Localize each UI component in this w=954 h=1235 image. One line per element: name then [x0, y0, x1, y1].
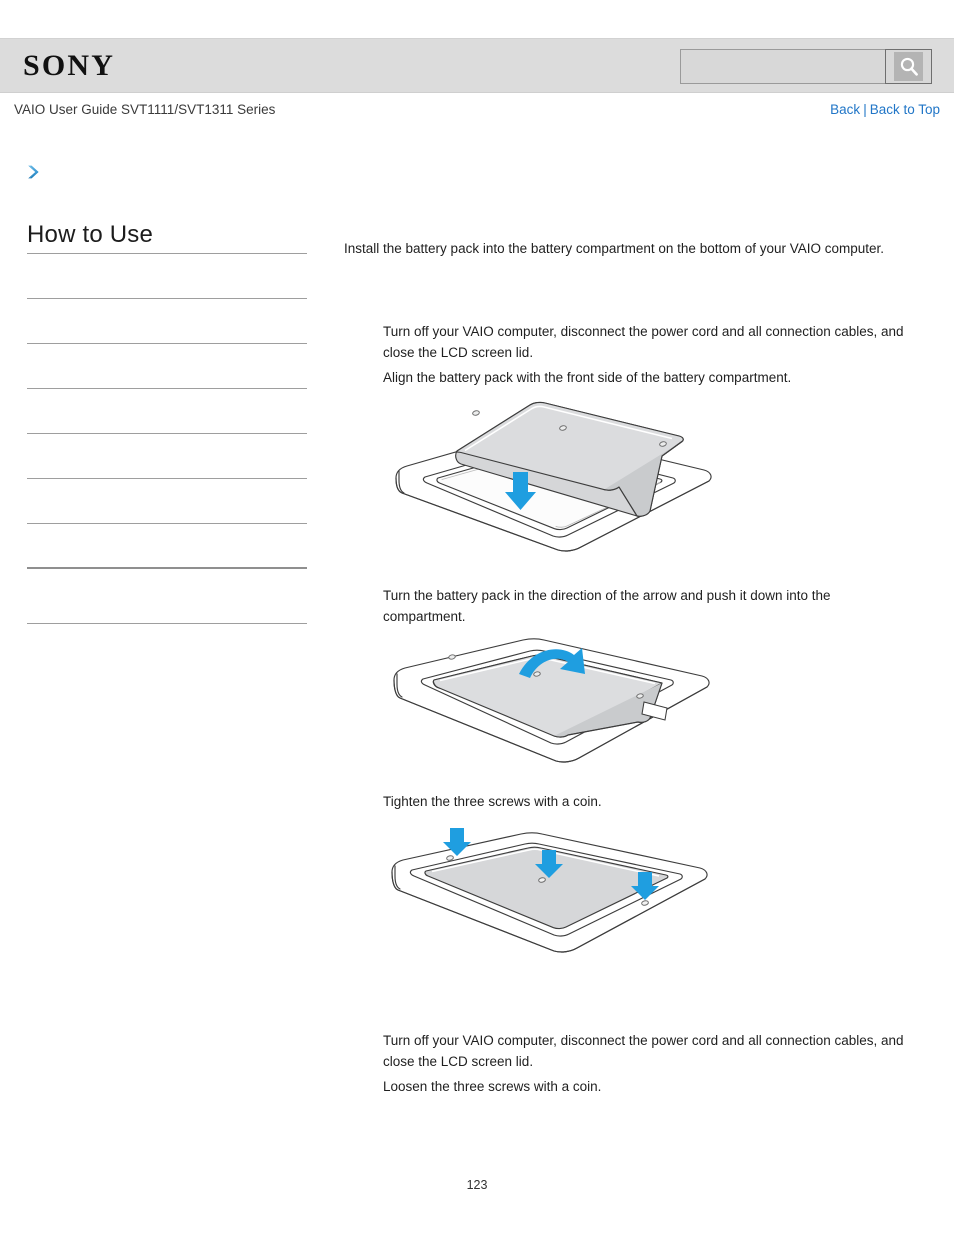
search-icon — [894, 52, 923, 81]
page-root: SONY VAIO User Guide SVT1111/SVT1311 Ser… — [0, 0, 954, 1235]
back-to-top-link[interactable]: Back to Top — [870, 102, 940, 117]
guide-title: VAIO User Guide SVT1111/SVT1311 Series — [14, 102, 276, 117]
sidebar-title: How to Use — [27, 221, 154, 248]
step-6-text: Loosen the three screws with a coin. — [383, 1079, 602, 1094]
step-3-text: Turn the battery pack in the direction o… — [383, 588, 831, 624]
header-nav-links: Back | Back to Top — [830, 102, 940, 117]
search-box — [680, 49, 932, 84]
page-number: 123 — [466, 1178, 488, 1192]
battery-screws-illustration — [382, 824, 727, 979]
sidebar-divider — [27, 623, 307, 624]
intro-paragraph: Install the battery pack into the batter… — [344, 241, 885, 256]
sidebar-divider — [27, 433, 307, 434]
nav-separator: | — [863, 102, 867, 117]
battery-rotate-illustration — [382, 632, 727, 790]
back-link[interactable]: Back — [830, 102, 860, 117]
step-2-text: Align the battery pack with the front si… — [383, 370, 792, 385]
sidebar-divider-active — [27, 567, 307, 569]
subheader: VAIO User Guide SVT1111/SVT1311 Series B… — [0, 100, 954, 124]
battery-align-illustration — [382, 392, 722, 570]
sidebar-divider — [27, 343, 307, 344]
chevron-right-icon[interactable] — [24, 162, 44, 182]
search-input[interactable] — [680, 49, 885, 84]
sidebar-divider — [27, 298, 307, 299]
sidebar-divider — [27, 388, 307, 389]
sidebar-divider — [27, 478, 307, 479]
step-5-text: Turn off your VAIO computer, disconnect … — [383, 1033, 904, 1069]
site-header: SONY — [0, 38, 954, 93]
sony-logo: SONY — [23, 49, 116, 82]
sidebar-divider — [27, 253, 307, 254]
step-4-text: Tighten the three screws with a coin. — [383, 794, 602, 809]
sidebar-divider — [27, 523, 307, 524]
search-button[interactable] — [885, 49, 932, 84]
step-1-text: Turn off your VAIO computer, disconnect … — [383, 324, 904, 360]
